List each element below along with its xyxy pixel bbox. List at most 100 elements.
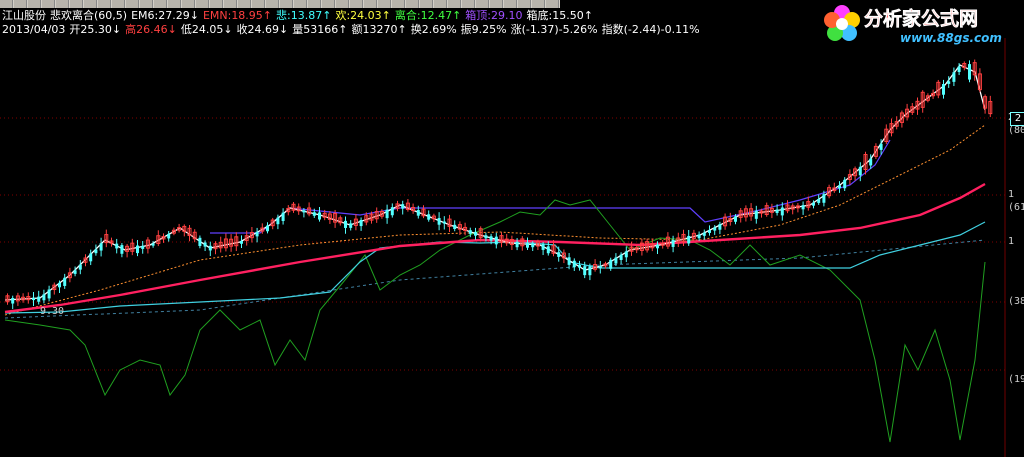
candle-body-down: [11, 297, 15, 304]
candle-body-down: [775, 209, 779, 213]
candle-body-down: [276, 217, 280, 225]
candle-body-down: [817, 199, 821, 203]
candle-body-down: [572, 260, 576, 268]
candle-body-down: [390, 207, 394, 216]
candle-body-down: [531, 243, 535, 248]
candle-body-down: [359, 219, 363, 227]
candle-body-down: [99, 243, 103, 251]
indicator-lines: [4, 64, 986, 443]
candle-body-down: [302, 210, 306, 213]
candle-body-down: [427, 214, 431, 220]
candle-body-down: [474, 231, 477, 236]
candle-body-down: [838, 185, 841, 189]
candle-body-down: [557, 252, 561, 257]
candle-body-down: [42, 294, 46, 301]
candle-body-down: [73, 270, 77, 274]
candle-body-down: [240, 241, 243, 244]
candle-body-down: [578, 265, 581, 268]
candle-body-down: [437, 218, 441, 225]
candle-body-down: [713, 227, 717, 231]
orange-dashed-line: [4, 124, 986, 316]
axis-tick-5: (38: [1008, 296, 1024, 307]
candle-body-down: [546, 246, 550, 254]
candle-body-down: [318, 212, 321, 220]
candle-body-down: [780, 207, 784, 216]
candle-body-down: [708, 230, 711, 233]
site-logo: 分析家公式网 www.88gs.com: [822, 2, 1022, 46]
candle-body-down: [281, 212, 285, 221]
candle-body-down: [385, 209, 389, 219]
candle-body-down: [58, 282, 61, 288]
candle-body-down: [843, 179, 847, 189]
axis-tick-1: (80: [1008, 125, 1024, 136]
candle-body-down: [32, 297, 35, 301]
candle-body-down: [453, 224, 457, 229]
candle-body-down: [541, 244, 545, 250]
candle-body-down: [416, 210, 420, 216]
axis-tick-2: 1: [1008, 189, 1015, 200]
axis-tick-3: (61: [1008, 202, 1024, 213]
candle-body-down: [151, 243, 155, 246]
candle-body-down: [401, 204, 405, 209]
green-oscillator-line: [4, 199, 986, 443]
candle-body-down: [656, 244, 659, 249]
candle-body-down: [858, 166, 862, 176]
candle-body-down: [515, 241, 519, 248]
candle-body-down: [47, 289, 51, 299]
candle-body-down: [609, 259, 613, 269]
candle-body-down: [879, 143, 883, 150]
candle-body-down: [583, 266, 587, 276]
candle-body-down: [942, 84, 945, 95]
grid-lines: [0, 38, 1006, 457]
svg-text:分析家公式网: 分析家公式网: [864, 7, 978, 30]
candle-body-down: [442, 221, 446, 224]
candle-body-down: [968, 64, 971, 80]
candle-body-down: [349, 223, 353, 228]
candle-body-down: [801, 205, 805, 210]
candle-body-down: [37, 296, 41, 302]
candle-body-down: [614, 257, 618, 264]
candle-body-down: [203, 242, 207, 247]
candle-body-down: [697, 234, 701, 239]
candle-body-down: [624, 251, 628, 258]
candle-body-down: [619, 254, 623, 260]
candle-body-down: [167, 233, 171, 239]
candle-body-down: [255, 231, 259, 237]
flower-logo-icon: 分析家公式网 www.88gs.com: [824, 5, 1002, 45]
candle-body-down: [141, 245, 145, 249]
candle-body-down: [526, 242, 529, 248]
candle-body-down: [671, 240, 675, 247]
magenta-moving-average: [4, 182, 986, 314]
low-price-label: 9.30: [40, 306, 65, 317]
candle-body-down: [468, 230, 472, 234]
candlestick-chart[interactable]: [0, 0, 1024, 457]
white-moving-average: [4, 64, 986, 301]
candle-body-down: [208, 245, 212, 251]
candle-body-down: [957, 66, 961, 73]
candlesticks: [5, 59, 993, 310]
candle-body-down: [869, 158, 873, 166]
candle-body-down: [567, 257, 571, 265]
candle-body-down: [812, 202, 815, 206]
candle-body-down: [484, 235, 488, 239]
axis-tick-4: 1: [1008, 236, 1015, 247]
axis-tick-6: (19: [1008, 374, 1024, 385]
svg-text:www.88gs.com: www.88gs.com: [900, 31, 1002, 45]
candle-body-down: [266, 225, 269, 232]
candle-body-down: [115, 243, 119, 249]
candle-body-down: [312, 212, 316, 216]
candle-body-down: [63, 277, 67, 286]
candle-body-down: [136, 245, 139, 254]
candle-body-down: [94, 249, 98, 254]
cyan-line: [4, 221, 986, 314]
current-price-marker: 2: [1010, 112, 1024, 126]
candle-body-down: [198, 237, 202, 246]
candle-body-down: [947, 81, 951, 84]
candle-body-down: [120, 245, 124, 254]
candle-body-down: [952, 72, 956, 82]
candle-body-down: [78, 264, 82, 270]
candle-body-down: [687, 235, 691, 244]
box-top-line: [210, 139, 891, 234]
candle-body-down: [734, 216, 737, 222]
ema-dashed-line: [4, 239, 986, 319]
